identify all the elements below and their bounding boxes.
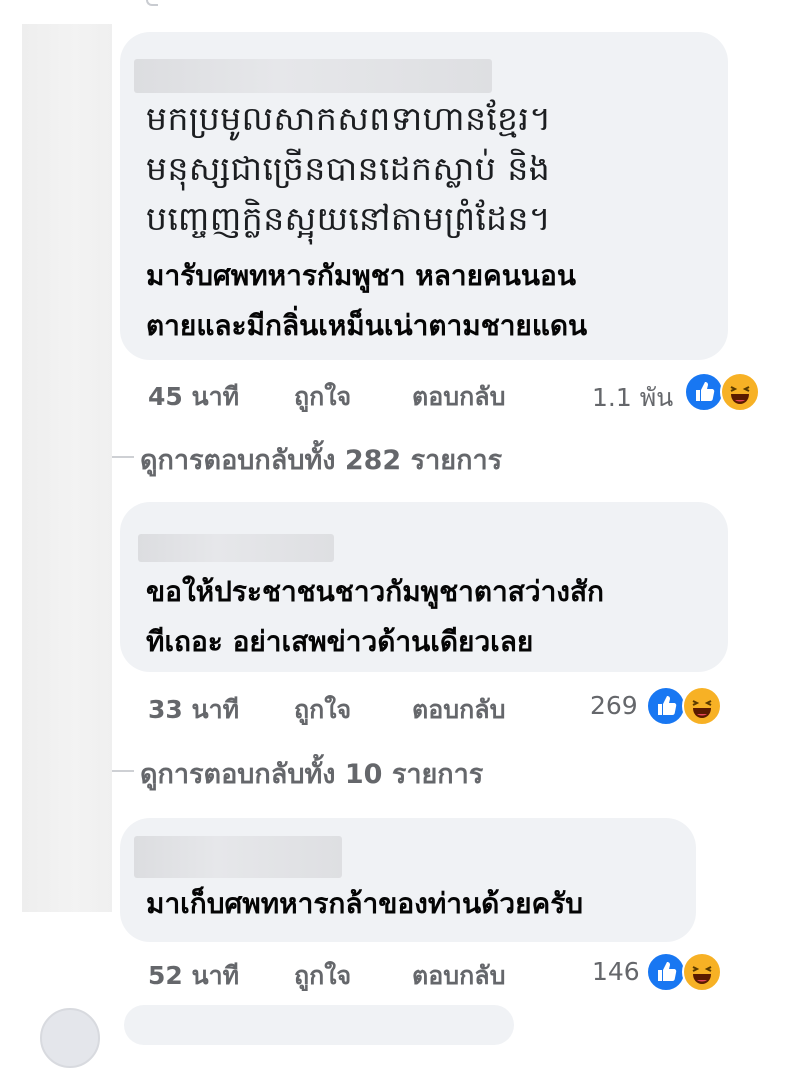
- reaction-count[interactable]: 146: [592, 957, 640, 986]
- view-replies-link[interactable]: ดูการตอบกลับทั้ง 282 รายการ: [140, 438, 502, 481]
- comment-timestamp[interactable]: 45 นาที: [148, 377, 239, 417]
- reactions-summary[interactable]: [684, 372, 768, 412]
- reaction-count[interactable]: 269: [590, 691, 638, 720]
- haha-reaction-icon: [682, 952, 722, 992]
- blurred-commenter-name[interactable]: [134, 836, 342, 878]
- comment-bubble-1: មកប្រមូលសាកសពទាហានខ្មែរ។ មនុស្សជាច្រើនបា…: [120, 32, 728, 360]
- haha-reaction-icon: [682, 686, 722, 726]
- like-reaction-icon: [646, 952, 686, 992]
- like-reaction-icon: [646, 686, 686, 726]
- comment-khmer-line: មកប្រមូលសាកសពទាហានខ្មែរ។: [146, 99, 552, 138]
- comment-khmer-line: បញ្ចេញក្លិនស្អុយនៅតាមព្រំដែន។: [146, 199, 552, 238]
- reply-button[interactable]: ตอบกลับ: [412, 690, 505, 730]
- like-button[interactable]: ถูกใจ: [294, 377, 351, 417]
- view-replies-link[interactable]: ดูการตอบกลับทั้ง 10 รายการ: [140, 752, 483, 795]
- replies-connector: [112, 456, 134, 458]
- comment-khmer-line: មនុស្សជាច្រើនបានដេកស្លាប់ និង: [146, 149, 551, 188]
- blurred-sidebar-strip: [22, 24, 112, 912]
- like-button[interactable]: ถูกใจ: [294, 956, 351, 996]
- comment-bubble-2: ขอให้ประชาชนชาวกัมพูชาตาสว่างสัก ทีเถอะ …: [120, 502, 728, 672]
- blurred-commenter-name[interactable]: [134, 59, 492, 93]
- avatar[interactable]: [40, 1008, 100, 1068]
- reactions-summary[interactable]: [646, 686, 730, 726]
- comment-translation-line: มารับศพทหารกัมพูชา หลายคนนอน: [146, 259, 576, 292]
- comment-text-line: มาเก็บศพทหารกล้าของท่านด้วยครับ: [146, 887, 584, 920]
- comment-timestamp[interactable]: 33 นาที: [148, 690, 239, 730]
- thread-connector: [146, 0, 158, 6]
- comment-timestamp[interactable]: 52 นาที: [148, 956, 239, 996]
- replies-connector: [112, 770, 134, 772]
- haha-reaction-icon: [720, 372, 760, 412]
- like-button[interactable]: ถูกใจ: [294, 690, 351, 730]
- reaction-count[interactable]: 1.1 พัน: [592, 378, 673, 418]
- next-comment-bubble: [124, 1005, 514, 1045]
- reactions-summary[interactable]: [646, 952, 730, 992]
- like-reaction-icon: [684, 372, 724, 412]
- comment-translation-line: ตายและมีกลิ่นเหม็นเน่าตามชายแดน: [146, 309, 588, 342]
- comment-text-line: ขอให้ประชาชนชาวกัมพูชาตาสว่างสัก: [146, 575, 605, 608]
- comment-text-line: ทีเถอะ อย่าเสพข่าวด้านเดียวเลย: [146, 625, 534, 658]
- comment-bubble-3: มาเก็บศพทหารกล้าของท่านด้วยครับ: [120, 818, 696, 942]
- blurred-commenter-name[interactable]: [138, 534, 334, 562]
- reply-button[interactable]: ตอบกลับ: [412, 956, 505, 996]
- reply-button[interactable]: ตอบกลับ: [412, 377, 505, 417]
